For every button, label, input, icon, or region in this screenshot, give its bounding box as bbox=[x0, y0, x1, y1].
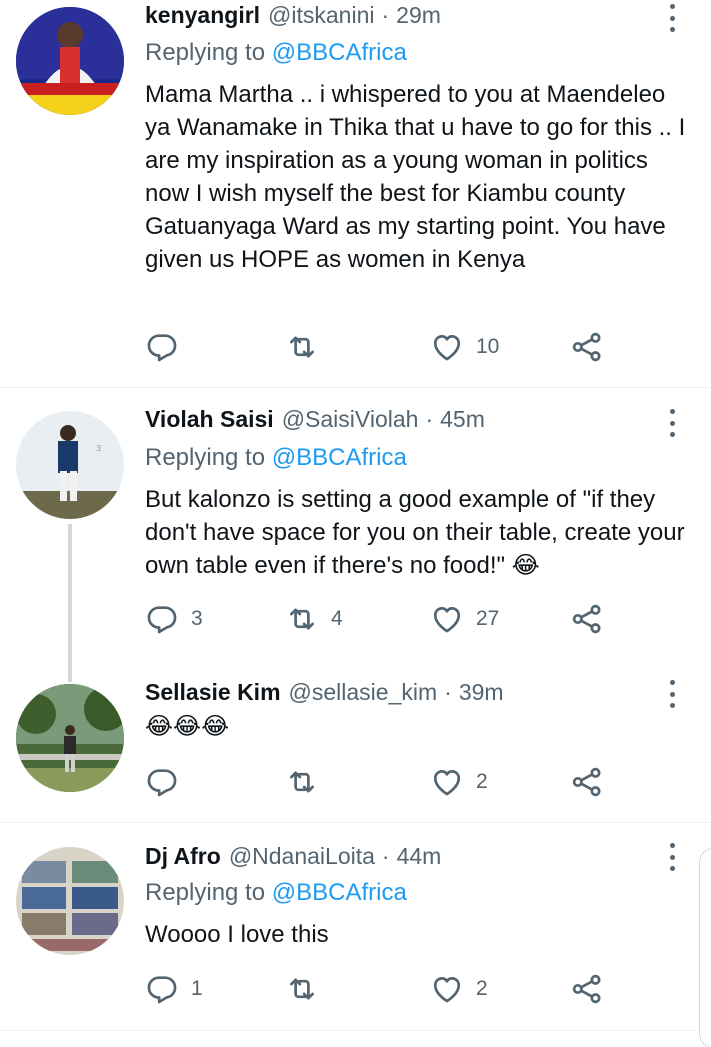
reply-icon bbox=[145, 972, 179, 1006]
retweet-button[interactable] bbox=[285, 971, 331, 1007]
tweet-header: kenyangirl @itskanini · 29m bbox=[145, 2, 441, 34]
user-handle[interactable]: @NdanaiLoita bbox=[229, 843, 375, 870]
replying-to: Replying to @BBCAfrica bbox=[145, 444, 407, 472]
avatar-image bbox=[16, 684, 124, 792]
reply-button[interactable] bbox=[145, 329, 191, 365]
avatar-image bbox=[16, 7, 124, 115]
like-icon bbox=[430, 602, 464, 636]
reply-icon bbox=[145, 330, 179, 364]
svg-text:Ǝ: Ǝ bbox=[96, 444, 101, 453]
like-icon bbox=[430, 765, 464, 799]
more-options-icon[interactable] bbox=[664, 680, 680, 708]
retweet-count: 4 bbox=[331, 607, 343, 630]
share-button[interactable] bbox=[570, 971, 604, 1007]
more-options-icon[interactable] bbox=[664, 4, 680, 32]
avatar-violah-saisi[interactable]: Ǝ bbox=[16, 411, 124, 519]
avatar-image bbox=[16, 847, 124, 955]
share-button[interactable] bbox=[570, 601, 604, 637]
display-name[interactable]: Sellasie Kim bbox=[145, 679, 281, 706]
replying-to-link[interactable]: @BBCAfrica bbox=[272, 444, 407, 471]
reply-button[interactable]: 1 bbox=[145, 971, 203, 1007]
like-count: 27 bbox=[476, 607, 500, 630]
floating-panel-edge bbox=[699, 848, 711, 1047]
like-button[interactable]: 10 bbox=[430, 329, 499, 365]
retweet-icon bbox=[285, 602, 319, 636]
tweet-text: Woooo I love this bbox=[145, 921, 329, 948]
tweet-text: But kalonzo is setting a good example of… bbox=[145, 486, 685, 579]
avatar-dj-afro[interactable] bbox=[16, 847, 124, 955]
timestamp[interactable]: 39m bbox=[459, 679, 504, 706]
user-handle[interactable]: @SaisiViolah bbox=[282, 406, 419, 433]
separator-dot: · bbox=[425, 406, 434, 432]
replying-to-link[interactable]: @BBCAfrica bbox=[272, 39, 407, 66]
tweet[interactable]: Ǝ Violah Saisi @SaisiViolah · 45m Replyi… bbox=[0, 388, 711, 682]
share-icon bbox=[570, 972, 604, 1006]
tweet[interactable]: kenyangirl @itskanini · 29m Replying to … bbox=[0, 0, 711, 388]
user-handle[interactable]: @sellasie_kim bbox=[289, 679, 438, 706]
share-icon bbox=[570, 330, 604, 364]
like-button[interactable]: 27 bbox=[430, 601, 499, 637]
replying-prefix: Replying to bbox=[145, 879, 272, 906]
avatar-sellasie-kim[interactable] bbox=[16, 684, 124, 792]
display-name[interactable]: kenyangirl bbox=[145, 2, 260, 29]
tweet-text: 😂😂😂 bbox=[145, 713, 230, 740]
tweet-header: Dj Afro @NdanaiLoita · 44m bbox=[145, 843, 441, 875]
avatar-image: Ǝ bbox=[16, 411, 124, 519]
share-button[interactable] bbox=[570, 764, 604, 800]
tweet-actions: 10 bbox=[145, 329, 615, 365]
like-count: 10 bbox=[476, 335, 500, 358]
tweet[interactable]: Dj Afro @NdanaiLoita · 44m Replying to @… bbox=[0, 823, 711, 1031]
tweet-actions: 2 bbox=[145, 764, 615, 800]
share-icon bbox=[570, 765, 604, 799]
reply-button[interactable]: 3 bbox=[145, 601, 203, 637]
tweet-header: Sellasie Kim @sellasie_kim · 39m bbox=[145, 679, 504, 711]
retweet-icon bbox=[285, 765, 319, 799]
thread-line bbox=[68, 524, 72, 682]
like-button[interactable]: 2 bbox=[430, 764, 488, 800]
timestamp[interactable]: 45m bbox=[440, 406, 485, 433]
reply-count: 3 bbox=[191, 607, 203, 630]
replying-to: Replying to @BBCAfrica bbox=[145, 879, 407, 907]
replying-prefix: Replying to bbox=[145, 444, 272, 471]
share-button[interactable] bbox=[570, 329, 604, 365]
timestamp[interactable]: 44m bbox=[397, 843, 442, 870]
retweet-button[interactable]: 4 bbox=[285, 601, 343, 637]
replying-prefix: Replying to bbox=[145, 39, 272, 66]
separator-dot: · bbox=[381, 843, 390, 869]
retweet-button[interactable] bbox=[285, 764, 331, 800]
more-options-icon[interactable] bbox=[664, 843, 680, 871]
display-name[interactable]: Violah Saisi bbox=[145, 406, 274, 433]
replying-to: Replying to @BBCAfrica bbox=[145, 39, 407, 67]
timestamp[interactable]: 29m bbox=[396, 2, 441, 29]
tweet-text: Mama Martha .. i whispered to you at Mae… bbox=[145, 81, 686, 273]
reply-count: 1 bbox=[191, 977, 203, 1000]
like-button[interactable]: 2 bbox=[430, 971, 488, 1007]
reply-icon bbox=[145, 602, 179, 636]
tweet[interactable]: Sellasie Kim @sellasie_kim · 39m 😂😂😂 2 bbox=[0, 660, 711, 822]
retweet-icon bbox=[285, 330, 319, 364]
more-options-icon[interactable] bbox=[664, 409, 680, 437]
retweet-button[interactable] bbox=[285, 329, 331, 365]
like-icon bbox=[430, 330, 464, 364]
like-count: 2 bbox=[476, 770, 488, 793]
separator-dot: · bbox=[444, 679, 452, 705]
avatar-kenyangirl[interactable] bbox=[16, 7, 124, 115]
retweet-icon bbox=[285, 972, 319, 1006]
divider bbox=[0, 1030, 711, 1031]
like-icon bbox=[430, 972, 464, 1006]
user-handle[interactable]: @itskanini bbox=[268, 2, 374, 29]
tweet-actions: 1 2 bbox=[145, 971, 615, 1007]
tweet-header: Violah Saisi @SaisiViolah · 45m bbox=[145, 406, 485, 438]
share-icon bbox=[570, 602, 604, 636]
replying-to-link[interactable]: @BBCAfrica bbox=[272, 879, 407, 906]
reply-button[interactable] bbox=[145, 764, 191, 800]
tweet-actions: 3 4 27 bbox=[145, 601, 615, 637]
reply-icon bbox=[145, 765, 179, 799]
like-count: 2 bbox=[476, 977, 488, 1000]
display-name[interactable]: Dj Afro bbox=[145, 843, 221, 870]
separator-dot: · bbox=[381, 2, 390, 28]
